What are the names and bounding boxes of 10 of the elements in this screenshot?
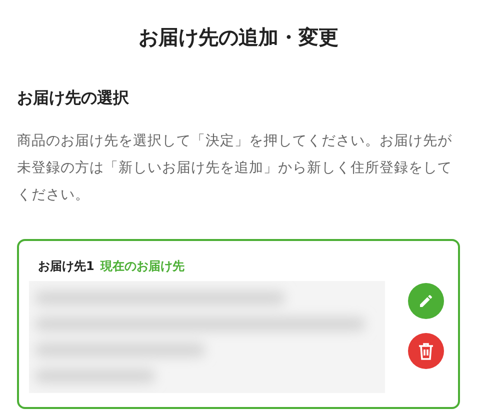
address-label: お届け先1 xyxy=(38,258,94,275)
instructions-text: 商品のお届け先を選択して「決定」を押してください。お届け先が未登録の方は「新しいお届け先を追加」から新しく住所登録をしてください。 xyxy=(17,132,453,205)
section-heading: お届け先の選択 xyxy=(17,87,130,109)
current-address-label: 現在のお届け先 xyxy=(100,258,184,275)
edit-button[interactable] xyxy=(408,283,444,319)
delete-button[interactable] xyxy=(408,333,444,369)
page-title: お届け先の追加・変更 xyxy=(138,24,338,51)
trash-icon xyxy=(418,342,434,360)
pencil-icon xyxy=(418,293,434,309)
address-card[interactable]: お届け先1 現在のお届け先 xyxy=(17,239,460,409)
